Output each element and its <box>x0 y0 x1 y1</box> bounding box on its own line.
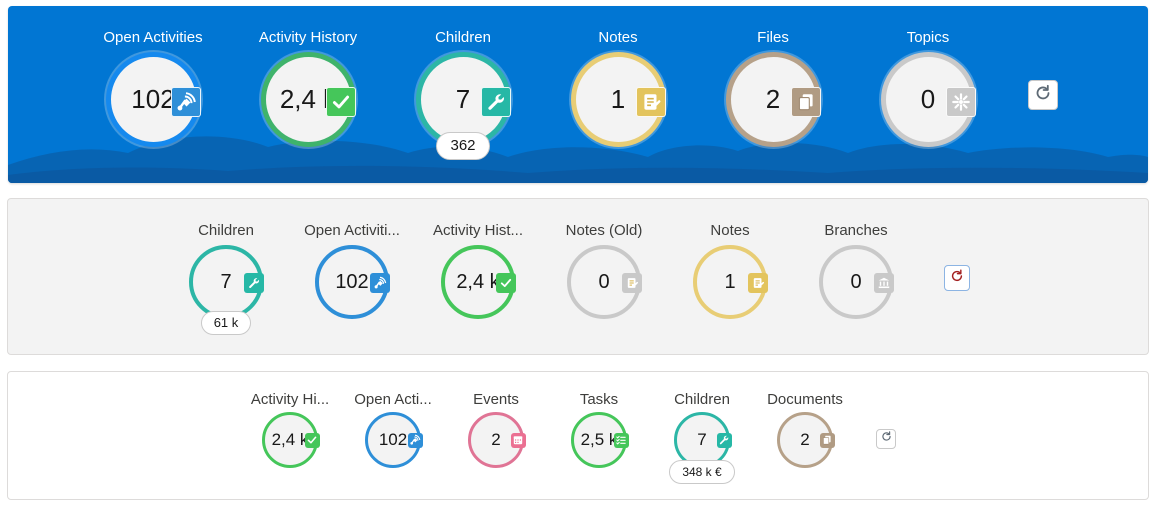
related-list-tile[interactable]: Files 2 <box>706 6 841 156</box>
count-value: 2 <box>765 84 781 114</box>
count-value: 2,5 k <box>580 430 618 449</box>
related-list-panel-white: Activity Hi... 2,4 k Open Acti... 102 Events… <box>7 371 1149 500</box>
wrench-icon <box>716 432 732 448</box>
refresh-icon <box>1033 83 1053 108</box>
count-value: 1 <box>724 270 736 293</box>
amount-pill: 61 k <box>201 311 251 335</box>
related-list-tile[interactable]: Activity Hist... 2,4 k <box>416 199 541 349</box>
tile-label: Documents <box>767 391 843 408</box>
tile-label: Files <box>757 29 789 46</box>
amount-pill: 348 k € <box>669 460 735 484</box>
count-value: 102 <box>378 430 408 449</box>
related-list-tile[interactable]: Documents 2 <box>758 372 852 505</box>
tile-label: Activity Hi... <box>250 391 330 408</box>
tile-label: Topics <box>906 29 950 46</box>
amount-pill: 362 <box>436 132 490 160</box>
tile-label: Open Activities <box>103 29 203 46</box>
refresh-button[interactable] <box>876 429 896 449</box>
count-value: 1 <box>610 84 626 114</box>
tile-label: Children <box>198 222 254 239</box>
tile-label: Activity Hist... <box>432 222 523 239</box>
count-value: 7 <box>455 84 471 114</box>
count-value: 0 <box>598 270 610 293</box>
refresh-button[interactable] <box>944 265 970 291</box>
count-value: 0 <box>920 84 936 114</box>
tile-label: Tasks <box>579 391 619 408</box>
wrench-icon <box>244 273 264 293</box>
related-list-panel-blue: Open Activities 102 Activity History 2,4 kC… <box>8 6 1148 183</box>
related-list-tile[interactable]: Children 7 362 <box>396 6 531 160</box>
related-list-tile[interactable]: Children 7 348 k € <box>655 372 749 505</box>
open-activities-icon <box>407 432 423 448</box>
count-value: 2,4 k <box>271 430 309 449</box>
check-icon <box>326 86 356 117</box>
refresh-icon <box>949 268 965 289</box>
related-list-tile[interactable]: Children 7 61 k <box>164 199 289 349</box>
tile-label: Events <box>473 391 519 408</box>
open-activities-icon <box>370 273 390 293</box>
tile-label: Children <box>435 29 491 46</box>
tile-label: Notes (Old) <box>565 222 643 239</box>
note-icon <box>622 273 642 293</box>
related-list-tile[interactable]: Notes (Old) 0 <box>542 199 667 349</box>
count-value: 7 <box>697 430 707 449</box>
check-icon <box>496 273 516 293</box>
related-list-tile[interactable]: Notes 1 <box>551 6 686 156</box>
tile-label: Activity History <box>258 29 358 46</box>
tasks-icon <box>613 432 629 448</box>
related-list-tile[interactable]: Notes 1 <box>668 199 793 349</box>
tile-label: Open Activiti... <box>304 222 400 239</box>
files-icon <box>819 432 835 448</box>
tile-label: Open Acti... <box>354 391 432 408</box>
tile-label: Children <box>674 391 730 408</box>
count-value: 2,4 k <box>456 270 500 293</box>
count-value: 2 <box>800 430 810 449</box>
open-activities-icon <box>171 86 201 117</box>
related-list-tile[interactable]: Activity Hi... 2,4 k <box>243 372 337 505</box>
calendar-icon <box>510 432 526 448</box>
related-list-tile[interactable]: Tasks 2,5 k <box>552 372 646 505</box>
related-list-tile[interactable]: Open Acti... 102 <box>346 372 440 505</box>
related-list-tile[interactable]: Activity History 2,4 k <box>241 6 376 156</box>
related-list-panel-grey: Children 7 61 k Open Activiti... 102 Activity… <box>7 198 1149 355</box>
note-icon <box>636 86 666 117</box>
count-value: 102 <box>335 270 369 293</box>
topics-icon <box>946 86 976 117</box>
count-value: 7 <box>220 270 232 293</box>
tile-label: Branches <box>824 222 888 239</box>
wrench-icon <box>481 86 511 117</box>
related-list-tile[interactable]: Branches 0 <box>794 199 919 349</box>
count-value: 102 <box>131 84 175 114</box>
related-list-tile[interactable]: Events 2 <box>449 372 543 505</box>
tile-label: Notes <box>598 29 638 46</box>
tile-label: Notes <box>710 222 750 239</box>
refresh-icon <box>880 430 893 448</box>
check-icon <box>304 432 320 448</box>
bank-icon <box>874 273 894 293</box>
related-list-tile[interactable]: Open Activiti... 102 <box>290 199 415 349</box>
files-icon <box>791 86 821 117</box>
count-value: 0 <box>850 270 862 293</box>
related-list-tile[interactable]: Topics 0 <box>861 6 996 156</box>
note-icon <box>748 273 768 293</box>
refresh-button[interactable] <box>1028 80 1058 110</box>
related-list-tile[interactable]: Open Activities 102 <box>86 6 221 156</box>
count-value: 2 <box>491 430 501 449</box>
